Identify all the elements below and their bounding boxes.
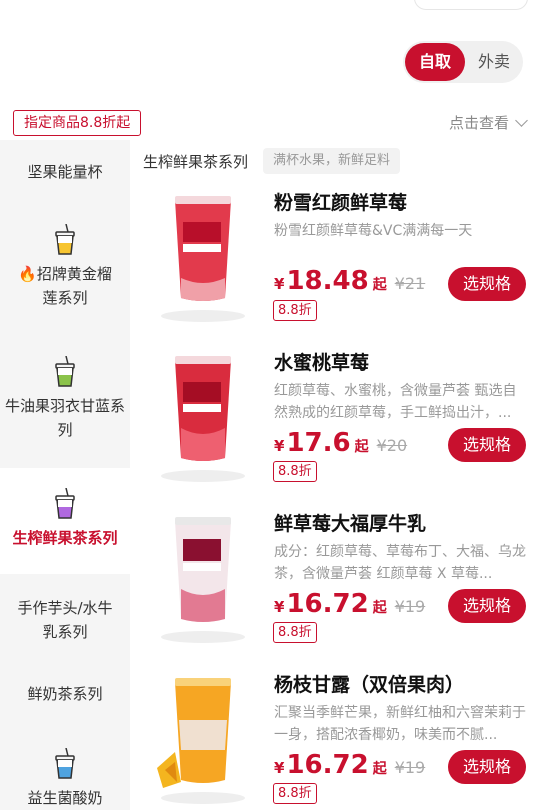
peach-strawberry-drink-image xyxy=(161,356,245,482)
product-description: 汇聚当季鲜芒果，新鲜红柚和六窨茉莉于一身，搭配浓香椰奶，味美而不腻... xyxy=(274,705,526,743)
section-tag: 满杯水果，新鲜足料 xyxy=(263,148,401,174)
product-description: 粉雪红颜鲜草莓&VC满满每一天 xyxy=(274,223,473,239)
price-from-label: 起 xyxy=(354,439,369,455)
price-amount: 18.48 xyxy=(286,266,369,296)
pickup-option[interactable]: 自取 xyxy=(405,43,465,81)
strawberry-daifuku-drink-image xyxy=(161,517,245,643)
drink-cup-icon xyxy=(55,356,75,387)
original-price: ¥21 xyxy=(394,274,426,293)
original-price: ¥19 xyxy=(394,758,426,777)
product-name: 鲜草莓大福厚牛乳 xyxy=(274,513,427,535)
click-view-label: 点击查看 xyxy=(448,114,509,132)
pickup-delivery-toggle[interactable]: 自取 外卖 xyxy=(403,41,523,83)
sidebar-item-label: 🔥招牌黄金榴莲系列 xyxy=(18,265,112,307)
discount-badge: 8.8折 xyxy=(273,300,317,321)
price-amount: 17.6 xyxy=(286,428,351,458)
sidebar-item-avocado[interactable]: 牛油果羽衣甘蓝系列 xyxy=(0,356,130,442)
product-card[interactable]: 鲜草莓大福厚牛乳 成分：红颜草莓、草莓布丁、大福、乌龙茶，含微量芦荟 红颜草莓 … xyxy=(135,509,540,669)
sidebar-bg-segment xyxy=(0,440,130,468)
promo-tag[interactable]: 指定商品8.8折起 xyxy=(13,110,142,136)
select-spec-button[interactable]: 选规格 xyxy=(448,428,526,462)
product-card[interactable]: 水蜜桃草莓 红颜草莓、水蜜桃，含微量芦荟 甄选自然熟成的红颜草莓，手工鲜捣出汁，… xyxy=(135,348,540,508)
sidebar-item-label: 生榨鲜果茶系列 xyxy=(12,529,118,547)
sidebar-item-nut-energy[interactable]: 坚果能量杯 xyxy=(0,160,130,184)
price-from-label: 起 xyxy=(372,600,387,616)
price-from-label: 起 xyxy=(372,761,387,777)
price-row: ¥ 16.72 起 ¥19 xyxy=(274,750,425,780)
select-spec-button[interactable]: 选规格 xyxy=(448,589,526,623)
sidebar-item-label: 牛油果羽衣甘蓝系列 xyxy=(5,397,126,439)
price-currency: ¥ xyxy=(274,759,285,777)
sidebar-item-fresh-fruit-tea[interactable]: 生榨鲜果茶系列 xyxy=(0,488,130,550)
price-amount: 16.72 xyxy=(286,750,369,780)
sidebar-item-label: 手作芋头/水牛乳系列 xyxy=(17,599,113,641)
price-currency: ¥ xyxy=(274,598,285,616)
drink-cup-icon xyxy=(55,488,75,519)
product-name: 杨枝甘露（双倍果肉） xyxy=(274,674,465,696)
product-name: 粉雪红颜鲜草莓 xyxy=(274,192,408,214)
price-from-label: 起 xyxy=(372,277,387,293)
price-row: ¥ 18.48 起 ¥21 xyxy=(274,266,425,296)
product-description: 红颜草莓、水蜜桃，含微量芦荟 甄选自然熟成的红颜草莓，手工鲜捣出汁，... xyxy=(274,383,517,421)
sidebar-item-durian[interactable]: 🔥招牌黄金榴莲系列 xyxy=(0,224,130,310)
strawberry-drink-image xyxy=(161,196,245,322)
drink-cup-icon xyxy=(55,748,75,779)
sidebar-item-probiotic-yogurt[interactable]: 益生菌酸奶 xyxy=(0,748,130,810)
discount-badge: 8.8折 xyxy=(273,622,317,643)
sidebar-item-taro-buffalo-milk[interactable]: 手作芋头/水牛乳系列 xyxy=(0,596,130,644)
price-currency: ¥ xyxy=(274,437,285,455)
product-card[interactable]: 粉雪红颜鲜草莓 粉雪红颜鲜草莓&VC满满每一天 ¥ 18.48 起 ¥21 8.… xyxy=(135,188,540,348)
discount-badge: 8.8折 xyxy=(273,783,317,804)
delivery-option[interactable]: 外卖 xyxy=(465,41,523,83)
product-name: 水蜜桃草莓 xyxy=(274,352,370,374)
original-price: ¥19 xyxy=(394,597,426,616)
price-amount: 16.72 xyxy=(286,589,369,619)
sidebar-item-label: 坚果能量杯 xyxy=(27,163,103,181)
mango-pomelo-drink-image xyxy=(157,678,245,804)
click-view-link[interactable]: 点击查看 xyxy=(448,112,528,133)
sidebar-item-fresh-milk-tea[interactable]: 鲜奶茶系列 xyxy=(0,682,130,706)
select-spec-button[interactable]: 选规格 xyxy=(448,750,526,784)
select-spec-button[interactable]: 选规格 xyxy=(448,267,526,301)
original-price: ¥20 xyxy=(376,436,408,455)
price-row: ¥ 16.72 起 ¥19 xyxy=(274,589,425,619)
discount-badge: 8.8折 xyxy=(273,461,317,482)
product-description: 成分：红颜草莓、草莓布丁、大福、乌龙茶，含微量芦荟 红颜草莓 X 草莓... xyxy=(274,544,526,582)
section-title: 生榨鲜果茶系列 xyxy=(143,153,249,171)
sidebar-item-label: 鲜奶茶系列 xyxy=(27,685,103,703)
sidebar-item-label: 益生菌酸奶 xyxy=(27,789,103,807)
product-card[interactable]: 杨枝甘露（双倍果肉） 汇聚当季鲜芒果，新鲜红柚和六窨茉莉于一身，搭配浓香椰奶，味… xyxy=(135,670,540,810)
top-search-pill[interactable] xyxy=(414,0,528,10)
chevron-down-icon xyxy=(515,113,528,127)
price-row: ¥ 17.6 起 ¥20 xyxy=(274,428,407,458)
price-currency: ¥ xyxy=(274,275,285,293)
drink-cup-icon xyxy=(55,224,75,255)
